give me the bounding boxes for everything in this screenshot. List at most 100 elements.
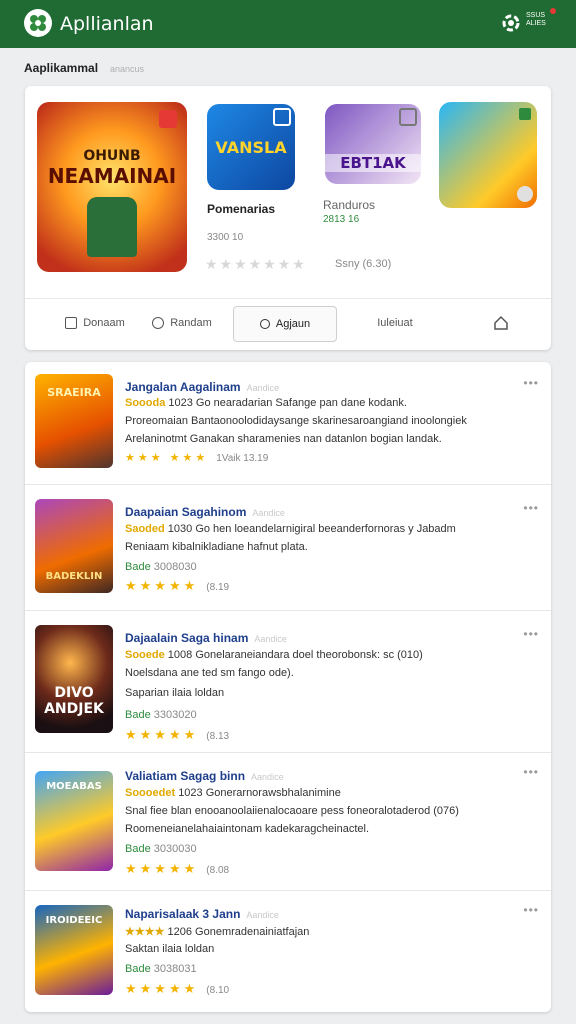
app-logo-icon[interactable] xyxy=(24,9,52,37)
list-item-title-sub: Aandice xyxy=(251,772,284,782)
list-item-rating: (8.13 xyxy=(206,731,230,742)
featured-rating-stars: ★★★★★★★ xyxy=(205,256,307,272)
featured-tabs: Donaam Randam Agjaun Iuleiuat xyxy=(25,298,551,350)
list-item-meta: Bade 3038031 xyxy=(125,963,197,975)
featured-app-3-name: Randuros xyxy=(323,198,376,212)
featured-app-2-corner-icon xyxy=(273,108,291,126)
more-options-icon[interactable]: ••• xyxy=(523,627,539,641)
list-item-line-1: Sooede 1008 Gonelaraneiandara doel theor… xyxy=(125,649,423,661)
notification-badge-label: SSUS ALIES xyxy=(526,12,546,27)
tab-iuleiuat-label: Iuleiuat xyxy=(377,317,413,329)
list-item-line-3: Saparian ilaia loldan xyxy=(125,687,225,699)
list-item-title-text: Jangalan Aagalinam xyxy=(125,380,241,394)
featured-app-1-tag-icon xyxy=(159,110,177,128)
list-item-title-sub: Aandice xyxy=(252,508,285,518)
list-item-thumbnail: MOEABAS xyxy=(35,771,113,871)
list-item-line-1: ★★★★ 1206 Gonemradenainiatfajan xyxy=(125,925,309,938)
list-item-thumbnail-title: IROIDEEIC xyxy=(45,915,103,926)
list-item-stars: ★★★★★ (8.10 xyxy=(125,981,229,997)
list-item-line-1-text: 1206 Gonemradenainiatfajan xyxy=(167,926,310,938)
featured-app-1[interactable]: OHUNB NEAMAINAI xyxy=(37,102,187,272)
list-item-line-2: Proreomaian Bantaonoolodidaysange skarin… xyxy=(125,415,467,427)
list-item-thumbnail-title: DIVO ANDJEK xyxy=(44,685,104,717)
list-item-stats: 3038031 xyxy=(153,963,197,975)
list-item-line-2: Noelsdana ane ted sm fango ode). xyxy=(125,667,294,679)
featured-app-4-tag-icon xyxy=(519,108,531,120)
featured-app-3-meta: 2813 16 xyxy=(323,214,360,225)
list-item-stars-glyphs: ★★★★★ xyxy=(125,578,199,593)
list-item-line-1: Saoded 1030 Go hen loeandelarnigiral bee… xyxy=(125,523,456,535)
list-item-title: Naparisalaak 3 Jann Aandice xyxy=(125,907,279,921)
grid-icon xyxy=(65,317,78,329)
list-item-title-text: Daapaian Sagahinom xyxy=(125,505,247,519)
tab-agjaun[interactable]: Agjaun xyxy=(233,306,337,342)
featured-app-4[interactable] xyxy=(439,102,537,208)
list-item-thumbnail: IROIDEEIC xyxy=(35,905,113,995)
list-item[interactable]: SRAEIRA Jangalan Aagalinam Aandice Soooda… xyxy=(25,362,551,484)
list-item-stats: 1Vaik 13.19 xyxy=(216,453,269,464)
list-item-badge: Bade xyxy=(125,963,151,975)
list-item-meta: Bade 3303020 xyxy=(125,709,197,721)
list-item-line-1: Soooedet 1023 Gonerarnorawsbhalanimine xyxy=(125,787,341,799)
list-item-line-1-text: 1030 Go hen loeandelarnigiral beeanderfo… xyxy=(167,523,456,535)
tab-agjaun-label: Agjaun xyxy=(275,318,311,330)
tab-randam[interactable]: Randam xyxy=(137,306,227,340)
featured-app-3-corner-icon xyxy=(399,108,417,126)
tab-iuleiuat[interactable]: Iuleiuat xyxy=(355,306,435,340)
search-icon xyxy=(152,317,165,329)
more-options-icon[interactable]: ••• xyxy=(523,765,539,779)
featured-rating-text: Ssny (6.30) xyxy=(335,258,392,270)
section-subtitle: anancus xyxy=(110,64,145,74)
tab-home[interactable] xyxy=(481,306,521,340)
list-item-stars: ★★★★★ (8.08 xyxy=(125,861,229,877)
list-item[interactable]: MOEABAS Valiatiam Sagag binn Aandice Sooo… xyxy=(25,753,551,889)
list-item-badge: Bade xyxy=(125,709,151,721)
list-item-line-3: Roomeneianelahaiaintonam kadekaragcheina… xyxy=(125,823,369,835)
list-item-stats: 3303020 xyxy=(153,709,197,721)
top-app-bar: Apllianlan SSUS ALIES xyxy=(0,0,576,48)
featured-app-2-title: VANSLA xyxy=(215,138,287,157)
list-item[interactable]: BADEKLIN Daapaian Sagahinom Aandice Saode… xyxy=(25,485,551,609)
more-options-icon[interactable]: ••• xyxy=(523,501,539,515)
featured-app-4-heart-icon xyxy=(517,186,533,202)
list-item[interactable]: DIVO ANDJEK Dajaalain Saga hinam Aandice … xyxy=(25,611,551,751)
list-item-line-2: Snal fiee blan enooanoolaiienalocaoare p… xyxy=(125,805,459,817)
list-item-thumbnail-title: MOEABAS xyxy=(46,781,102,792)
list-item-title: Dajaalain Saga hinam Aandice xyxy=(125,631,287,645)
list-item-stars-glyphs: ★★★★★ xyxy=(125,861,199,876)
list-item-tag: ★★★★ xyxy=(125,926,165,938)
featured-app-3[interactable]: EBT1AK xyxy=(325,104,421,184)
list-item-line-2: Reniaam kibalnikladiane hafnut plata. xyxy=(125,541,308,553)
featured-app-2[interactable]: VANSLA xyxy=(207,104,295,190)
list-item[interactable]: IROIDEEIC Naparisalaak 3 Jann Aandice ★★★… xyxy=(25,891,551,1011)
list-item-title: Daapaian Sagahinom Aandice xyxy=(125,505,285,519)
list-item-thumbnail: SRAEIRA xyxy=(35,374,113,468)
tab-donaam[interactable]: Donaam xyxy=(55,306,135,340)
list-item-title: Valiatiam Sagag binn Aandice xyxy=(125,769,284,783)
list-item-badge: Bade xyxy=(125,843,151,855)
more-options-icon[interactable]: ••• xyxy=(523,376,539,390)
section-title: Aaplikammal xyxy=(24,61,99,75)
featured-app-2-meta: 3300 10 xyxy=(207,232,244,243)
featured-app-1-subtitle: OHUNB xyxy=(83,148,141,164)
list-item-badge: Bade xyxy=(125,561,151,573)
list-item-stars: ★★★★★ (8.13 xyxy=(125,727,229,743)
settings-icon[interactable] xyxy=(500,12,524,36)
notification-badge[interactable]: SSUS ALIES xyxy=(526,8,556,28)
list-item-thumbnail: BADEKLIN xyxy=(35,499,113,593)
tab-donaam-label: Donaam xyxy=(83,317,125,329)
list-item-rating: (8.10 xyxy=(206,985,230,996)
list-item-stats: 3008030 xyxy=(153,561,197,573)
list-item-stats: 3030030 xyxy=(153,843,197,855)
list-item-title-text: Naparisalaak 3 Jann xyxy=(125,907,241,921)
list-item-tag: Saoded xyxy=(125,523,165,535)
more-options-icon[interactable]: ••• xyxy=(523,903,539,917)
list-item-stars-glyphs: ★★★ ★★★ xyxy=(125,452,209,464)
list-item-meta: Bade 3030030 xyxy=(125,843,197,855)
list-item-tag: Soooedet xyxy=(125,787,176,799)
list-item-title-sub: Aandice xyxy=(246,383,280,393)
featured-card: OHUNB NEAMAINAI VANSLA Pomenarias 3300 1… xyxy=(25,86,551,350)
list-item-rating: (8.19 xyxy=(206,582,230,593)
app-list: SRAEIRA Jangalan Aagalinam Aandice Soooda… xyxy=(25,362,551,1012)
list-item-line-1-text: 1008 Gonelaraneiandara doel theorobonsk:… xyxy=(167,649,423,661)
